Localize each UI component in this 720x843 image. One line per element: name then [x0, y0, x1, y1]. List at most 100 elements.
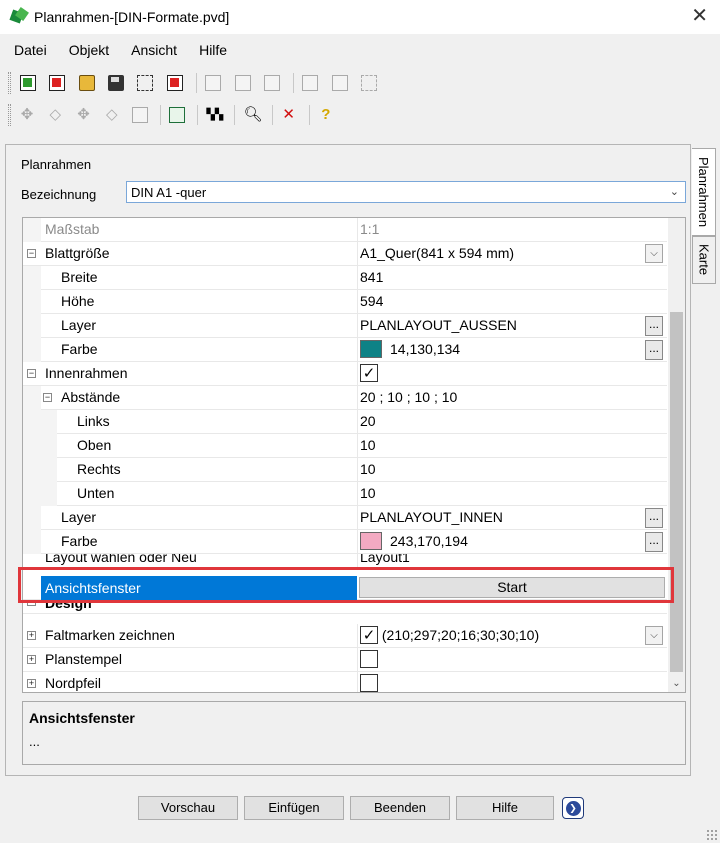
resize-grip[interactable] [706, 829, 718, 841]
finish-button[interactable]: Beenden [350, 796, 450, 820]
preview-button[interactable]: Vorschau [138, 796, 238, 820]
prop-value[interactable]: 20 [357, 410, 665, 433]
menu-datei[interactable]: Datei [6, 42, 55, 58]
menu-hilfe[interactable]: Hilfe [191, 42, 235, 58]
pattern-button[interactable]: ▚▚ [202, 103, 226, 127]
prop-value[interactable]: 841 [357, 266, 665, 289]
collapse-icon[interactable]: − [43, 393, 52, 402]
prop-row-farbe-aussen[interactable]: Farbe 14,130,134... [23, 338, 667, 362]
grey-frame-button[interactable] [230, 71, 255, 95]
frame-red-button[interactable] [44, 71, 69, 95]
window-button[interactable] [165, 103, 189, 127]
prop-value[interactable]: 10 [357, 482, 665, 505]
help-toolbar-button[interactable]: ? [314, 103, 338, 127]
insert-button[interactable]: Einfügen [244, 796, 344, 820]
rotate-button[interactable]: ◇ [43, 103, 67, 127]
prop-row-layout[interactable]: Layout wählen oder Neu Layout1 [23, 554, 667, 568]
prop-row-ansichtsfenster[interactable]: Ansichtsfenster Start [23, 576, 667, 600]
close-icon[interactable]: ✕ [691, 6, 708, 26]
prop-value[interactable]: PLANLAYOUT_INNEN... [357, 506, 665, 529]
prop-value[interactable]: 10 [357, 434, 665, 457]
tab-planrahmen[interactable]: Planrahmen [692, 148, 716, 236]
prop-row-blattgroesse[interactable]: − Blattgröße A1_Quer(841 x 594 mm) ⌵ [23, 242, 667, 266]
grey-save-button[interactable] [298, 71, 323, 95]
move-all-button[interactable]: ✥ [71, 103, 95, 127]
toolbar-grip[interactable] [8, 72, 11, 94]
start-button[interactable]: Start [359, 577, 665, 598]
planstempel-checkbox[interactable] [360, 649, 378, 668]
prop-row-design[interactable]: − Design [23, 600, 667, 614]
prop-row-innenrahmen[interactable]: − Innenrahmen ✓ [23, 362, 667, 386]
innenrahmen-checkbox[interactable]: ✓ [360, 363, 378, 382]
copy-button[interactable] [128, 103, 152, 127]
zoom-button[interactable]: 🔍︎ [239, 103, 263, 127]
browse-button[interactable]: ... [645, 316, 663, 336]
prop-value[interactable]: Layout1 [357, 554, 665, 567]
bezeichnung-select[interactable]: DIN A1 -quer ⌄ [126, 181, 686, 203]
grey-dash-button[interactable] [357, 71, 382, 95]
prop-row-links[interactable]: Links 20 [23, 410, 667, 434]
tab-karte[interactable]: Karte [692, 236, 716, 284]
prop-row-farbe-innen[interactable]: Farbe 243,170,194... [23, 530, 667, 554]
prop-row-layer-innen[interactable]: Layer PLANLAYOUT_INNEN... [23, 506, 667, 530]
expand-icon[interactable]: + [27, 655, 36, 664]
prop-row-hoehe[interactable]: Höhe 594 [23, 290, 667, 314]
menu-ansicht[interactable]: Ansicht [123, 42, 185, 58]
grey-cross-button[interactable] [327, 71, 352, 95]
collapse-icon[interactable]: − [27, 600, 36, 606]
prop-value[interactable] [357, 648, 665, 671]
prop-row-rechts[interactable]: Rechts 10 [23, 458, 667, 482]
prop-value[interactable]: 594 [357, 290, 665, 313]
delete-button[interactable]: ✕ [277, 103, 301, 127]
open-button[interactable] [74, 71, 99, 95]
prop-value[interactable]: A1_Quer(841 x 594 mm) ⌵ [357, 242, 665, 265]
grid-scrollbar[interactable]: ⌄ [668, 218, 685, 692]
move-button[interactable]: ✥ [15, 103, 39, 127]
prop-value[interactable]: 14,130,134... [357, 338, 665, 361]
prop-value[interactable]: 243,170,194... [357, 530, 665, 553]
collapse-icon[interactable]: − [27, 369, 36, 378]
prop-value[interactable]: ✓ [357, 362, 665, 385]
prop-row-breite[interactable]: Breite 841 [23, 266, 667, 290]
prop-row-unten[interactable]: Unten 10 [23, 482, 667, 506]
toolbar-separator [197, 105, 199, 125]
scrollbar-thumb[interactable] [670, 312, 683, 672]
prop-row-faltmarken[interactable]: + Faltmarken zeichnen ✓ (210;297;20;16;3… [23, 624, 667, 648]
color-swatch [360, 532, 382, 551]
scroll-down-icon[interactable]: ⌄ [668, 675, 685, 692]
browse-button[interactable]: ... [645, 508, 663, 528]
faltmarken-checkbox[interactable]: ✓ [360, 625, 378, 644]
delete-frame-icon [166, 75, 183, 91]
prop-name: Links [77, 413, 110, 429]
rotate-all-button[interactable]: ◇ [100, 103, 124, 127]
prop-row-layer-aussen[interactable]: Layer PLANLAYOUT_AUSSEN... [23, 314, 667, 338]
prop-value[interactable]: PLANLAYOUT_AUSSEN... [357, 314, 665, 337]
help-button[interactable]: Hilfe [456, 796, 554, 820]
collapse-icon[interactable]: − [27, 249, 36, 258]
nordpfeil-checkbox[interactable] [360, 673, 378, 692]
expand-icon[interactable]: + [27, 631, 36, 640]
grey-frame2-button[interactable] [259, 71, 284, 95]
save-button[interactable] [103, 71, 128, 95]
prop-row-massstab[interactable]: Maßstab 1:1 [23, 218, 667, 242]
browse-button[interactable]: ... [645, 532, 663, 552]
prop-row-nordpfeil[interactable]: + Nordpfeil [23, 672, 667, 692]
prop-value[interactable]: 20 ; 10 ; 10 ; 10 [357, 386, 665, 409]
toolbar-grip[interactable] [8, 104, 11, 126]
new-frame-button[interactable] [15, 71, 40, 95]
delete-frame-button[interactable] [162, 71, 187, 95]
select-frame-button[interactable] [133, 71, 158, 95]
dropdown-button[interactable]: ⌵ [645, 626, 663, 645]
prop-value[interactable]: ✓ (210;297;20;16;30;30;10) ⌵ [357, 624, 665, 647]
prop-value[interactable]: 10 [357, 458, 665, 481]
browse-button[interactable]: ... [645, 340, 663, 360]
dropdown-button[interactable]: ⌵ [645, 244, 663, 263]
prop-row-oben[interactable]: Oben 10 [23, 434, 667, 458]
grey-check-button[interactable] [201, 71, 226, 95]
prop-value[interactable] [357, 672, 665, 692]
next-button[interactable]: ❯ [562, 797, 584, 819]
prop-row-planstempel[interactable]: + Planstempel [23, 648, 667, 672]
prop-row-abstaende[interactable]: − Abstände 20 ; 10 ; 10 ; 10 [23, 386, 667, 410]
menu-objekt[interactable]: Objekt [61, 42, 117, 58]
expand-icon[interactable]: + [27, 679, 36, 688]
